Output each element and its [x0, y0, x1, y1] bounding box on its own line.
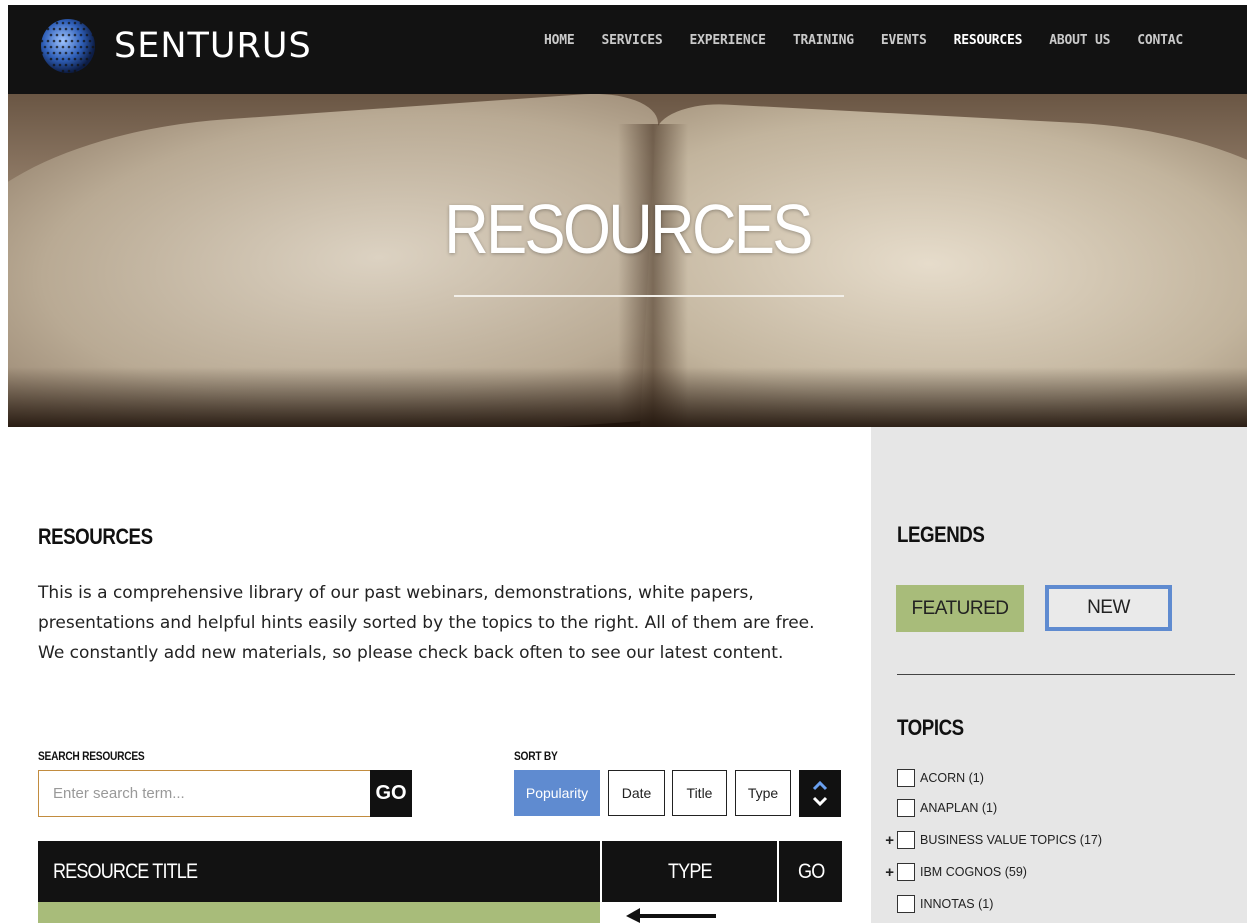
- nav-home[interactable]: HOME: [544, 33, 575, 48]
- resource-table-header: RESOURCE TITLE TYPE GO: [38, 841, 842, 902]
- topic-item[interactable]: ANAPLAN (1): [871, 797, 997, 819]
- search-placeholder: Enter search term...: [53, 785, 185, 802]
- plus-icon[interactable]: +: [871, 864, 897, 881]
- top-navigation-bar: SENTURUS HOME SERVICES EXPERIENCE TRAINI…: [8, 5, 1247, 94]
- column-separator: [600, 841, 602, 902]
- search-go-button[interactable]: GO: [370, 770, 412, 817]
- sort-label: SORT BY: [514, 749, 558, 763]
- hero-title: RESOURCES: [444, 190, 813, 268]
- topic-label: INNOTAS (1): [920, 897, 994, 911]
- topic-label: BUSINESS VALUE TOPICS (17): [920, 833, 1103, 847]
- topic-checkbox[interactable]: [897, 863, 915, 881]
- sort-popularity-button[interactable]: Popularity: [514, 770, 600, 816]
- legend-featured: FEATURED: [896, 585, 1024, 632]
- column-go[interactable]: GO: [798, 841, 825, 902]
- arrow-left-icon: [626, 908, 716, 923]
- nav-contact[interactable]: CONTAC: [1137, 33, 1183, 48]
- nav-training[interactable]: TRAINING: [793, 33, 854, 48]
- sort-arrows-icon: [812, 780, 828, 807]
- nav-events[interactable]: EVENTS: [881, 33, 927, 48]
- topic-item[interactable]: INNOTAS (1): [871, 893, 993, 915]
- topic-label: IBM COGNOS (59): [920, 865, 1027, 879]
- topic-item[interactable]: ACORN (1): [871, 767, 984, 789]
- legend-new: NEW: [1045, 585, 1172, 631]
- hero-shadow: [8, 367, 1247, 427]
- senturus-logo[interactable]: SENTURUS: [30, 17, 312, 75]
- topic-item[interactable]: + BUSINESS VALUE TOPICS (17): [871, 829, 1102, 851]
- intro-text: This is a comprehensive library of our p…: [38, 583, 815, 663]
- topic-item[interactable]: + IBM COGNOS (59): [871, 861, 1027, 883]
- column-resource-title[interactable]: RESOURCE TITLE: [53, 841, 198, 902]
- nav-about-us[interactable]: ABOUT US: [1049, 33, 1110, 48]
- page-title: RESOURCES: [38, 524, 153, 549]
- divider: [897, 674, 1235, 675]
- nav-resources[interactable]: RESOURCES: [954, 33, 1023, 48]
- table-row-featured[interactable]: [38, 902, 600, 923]
- sidebar: LEGENDS FEATURED NEW TOPICS ACORN (1) AN…: [871, 427, 1247, 923]
- main-nav: HOME SERVICES EXPERIENCE TRAINING EVENTS…: [544, 33, 1210, 48]
- legends-heading: LEGENDS: [897, 522, 985, 547]
- column-type[interactable]: TYPE: [668, 841, 713, 902]
- topic-checkbox[interactable]: [897, 895, 915, 913]
- topic-checkbox[interactable]: [897, 769, 915, 787]
- sort-title-button[interactable]: Title: [672, 770, 727, 816]
- sort-type-button[interactable]: Type: [735, 770, 791, 816]
- sort-date-button[interactable]: Date: [608, 770, 665, 816]
- topic-checkbox[interactable]: [897, 831, 915, 849]
- nav-services[interactable]: SERVICES: [602, 33, 663, 48]
- globe-logo-icon: [40, 19, 95, 73]
- hero-banner: RESOURCES: [8, 94, 1247, 427]
- hero-divider: [454, 295, 844, 297]
- topics-heading: TOPICS: [897, 715, 964, 740]
- search-label: SEARCH RESOURCES: [38, 749, 145, 763]
- topic-label: ACORN (1): [920, 771, 984, 785]
- topic-label: ANAPLAN (1): [920, 801, 998, 815]
- brand-name: SENTURUS: [114, 26, 312, 66]
- plus-icon[interactable]: +: [871, 832, 897, 849]
- search-input[interactable]: Enter search term...: [38, 770, 371, 817]
- column-separator: [777, 841, 779, 902]
- topic-checkbox[interactable]: [897, 799, 915, 817]
- nav-experience[interactable]: EXPERIENCE: [690, 33, 766, 48]
- sort-direction-button[interactable]: [799, 770, 841, 817]
